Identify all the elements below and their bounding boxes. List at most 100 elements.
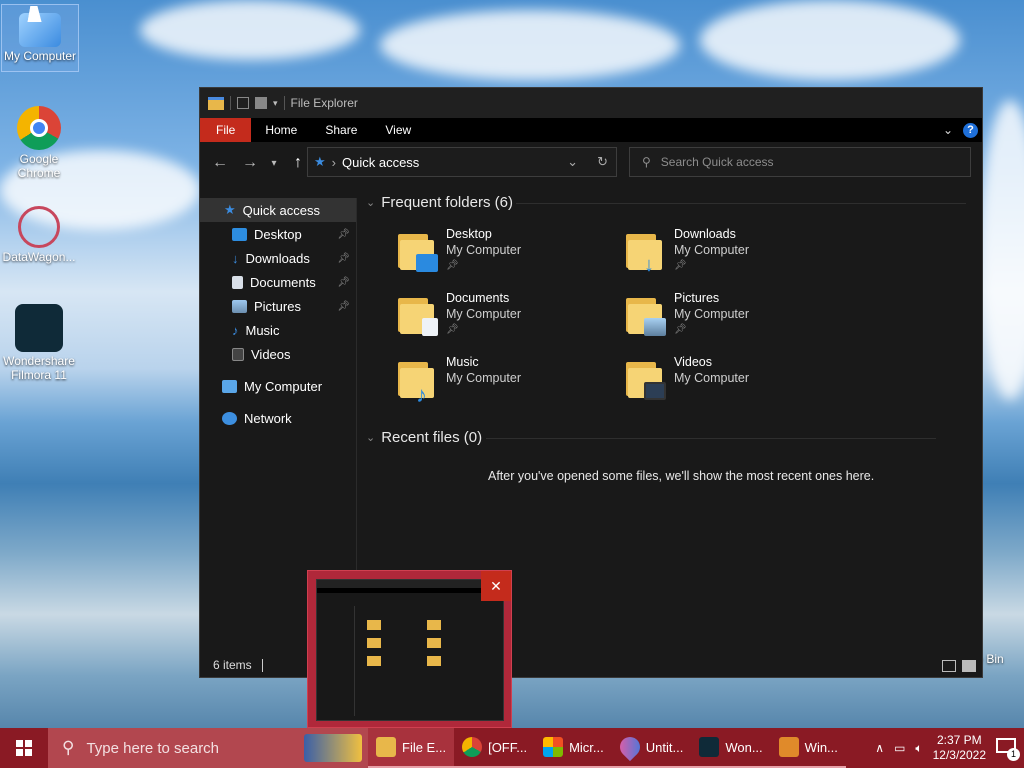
nav-item-videos[interactable]: Videos: [200, 342, 356, 366]
tab-share[interactable]: Share: [311, 118, 371, 142]
tab-file[interactable]: File: [200, 118, 252, 142]
refresh-icon[interactable]: ↻: [597, 154, 608, 170]
nav-item-label: Network: [244, 410, 292, 426]
large-icons-view-icon[interactable]: [962, 660, 976, 672]
pin-icon[interactable]: 📌︎: [337, 229, 350, 240]
taskbar-app-chrome[interactable]: [OFF...: [454, 728, 536, 768]
desktop-icon-chrome[interactable]: Google Chrome: [0, 106, 78, 180]
folder-name: Downloads: [674, 227, 736, 241]
pin-icon: 📌︎: [674, 324, 687, 335]
desktop-icon: [232, 227, 247, 241]
document-icon: [232, 275, 243, 289]
nav-item-quick-access[interactable]: ★ Quick access: [200, 198, 356, 222]
folder-icon: [208, 96, 224, 110]
recent-locations-chevron-icon[interactable]: ▾: [268, 158, 280, 169]
nav-item-label: Music: [245, 322, 280, 338]
frequent-folders-header[interactable]: ⌄ Frequent folders (6): [366, 194, 966, 211]
nav-item-documents[interactable]: Documents 📌︎: [200, 270, 356, 294]
forward-arrow-icon[interactable]: →: [238, 154, 262, 172]
desktop-icon-filmora[interactable]: Wondershare Filmora 11: [0, 304, 78, 382]
taskbar-app-label: File E...: [402, 739, 447, 755]
start-button[interactable]: [0, 728, 48, 768]
network-icon: [222, 411, 237, 425]
store-icon: [543, 737, 564, 757]
taskbar-app-paint[interactable]: Untit...: [611, 728, 692, 768]
nav-item-downloads[interactable]: ↓ Downloads 📌︎: [200, 246, 356, 270]
taskbar-app-file-explorer[interactable]: File E...: [368, 728, 455, 768]
expand-ribbon-chevron-icon[interactable]: ⌄: [943, 123, 953, 137]
address-bar[interactable]: ★ › Quick access ⌄ ↻: [307, 147, 617, 177]
folder-icon: [398, 294, 438, 336]
recent-files-empty-message: After you've opened some files, we'll sh…: [488, 469, 875, 483]
pin-icon[interactable]: 📌︎: [337, 301, 350, 312]
customize-quick-access-icon[interactable]: ▾: [273, 98, 278, 109]
pin-icon[interactable]: 📌︎: [337, 253, 350, 264]
nav-item-pictures[interactable]: Pictures 📌︎: [200, 294, 356, 318]
taskbar-search-box[interactable]: ⚲ Type here to search: [48, 728, 368, 768]
properties-icon[interactable]: [237, 97, 249, 109]
nav-item-desktop[interactable]: Desktop 📌︎: [200, 222, 356, 246]
search-highlight-icon[interactable]: [304, 734, 362, 762]
folder-downloads[interactable]: ↓ Downloads My Computer 📌︎: [626, 226, 846, 286]
folder-music[interactable]: ♪ Music My Computer: [398, 354, 618, 414]
music-note-icon: ♪: [232, 322, 239, 338]
search-box[interactable]: ⚲ Search Quick access: [629, 147, 971, 177]
ribbon: File Home Share View ⌄ ?: [200, 118, 982, 142]
folder-location: My Computer: [446, 243, 522, 257]
folder-location: My Computer: [446, 307, 522, 321]
notification-center-button[interactable]: 1: [996, 738, 1020, 761]
filmora-icon: [15, 304, 63, 352]
tab-home[interactable]: Home: [251, 118, 311, 142]
folder-name: Pictures: [674, 291, 720, 305]
chrome-icon: [17, 106, 61, 150]
mouse-cursor-icon: [27, 6, 45, 22]
computer-icon: [222, 379, 237, 393]
nav-item-network[interactable]: Network: [200, 406, 356, 430]
taskbar-app-microsoft-store[interactable]: Micr...: [535, 728, 612, 768]
details-view-icon[interactable]: [942, 660, 956, 672]
paint-drop-icon: [615, 732, 644, 762]
desktop-icon-label: DataWagon...: [2, 250, 76, 264]
taskbar-app-label: Won...: [725, 739, 763, 755]
search-icon: ⚲: [642, 155, 651, 169]
folder-pictures[interactable]: Pictures My Computer 📌︎: [626, 290, 846, 350]
nav-item-label: My Computer: [244, 378, 323, 394]
star-icon: ★: [224, 202, 236, 217]
chrome-icon: [462, 737, 483, 757]
taskbar-app-filmora[interactable]: Won...: [691, 728, 771, 768]
tab-view[interactable]: View: [371, 118, 425, 142]
volume-icon[interactable]: 🔈︎: [915, 741, 922, 756]
taskbar-app-label: [OFF...: [488, 739, 528, 755]
clock[interactable]: 2:37 PM 12/3/2022: [933, 733, 986, 763]
network-icon[interactable]: ▭: [894, 741, 905, 755]
nav-item-label: Pictures: [254, 298, 301, 314]
desktop-icon-label: Google Chrome: [17, 152, 61, 180]
folder-videos[interactable]: Videos My Computer: [626, 354, 846, 414]
folder-location: My Computer: [674, 243, 750, 257]
desktop-icon-datawagon[interactable]: DataWagon...: [0, 206, 78, 264]
desktop-icon-label: My Computer: [3, 49, 77, 63]
chevron-down-icon: ⌄: [366, 197, 376, 209]
folder-location: My Computer: [674, 307, 750, 321]
taskbar-app-label: Untit...: [645, 739, 684, 755]
help-icon[interactable]: ?: [963, 122, 978, 138]
recent-files-header[interactable]: ⌄ Recent files (0): [366, 429, 936, 446]
close-icon[interactable]: ✕: [481, 571, 511, 601]
window-title: File Explorer: [290, 96, 358, 110]
nav-item-my-computer[interactable]: My Computer: [200, 374, 356, 398]
address-dropdown-chevron-icon[interactable]: ⌄: [567, 154, 578, 170]
back-arrow-icon[interactable]: ←: [208, 154, 232, 172]
windows-logo-icon: [16, 740, 32, 756]
folder-desktop[interactable]: Desktop My Computer 📌︎: [398, 226, 618, 286]
taskbar-app-media-player[interactable]: Win...: [770, 728, 846, 768]
folder-documents[interactable]: Documents My Computer 📌︎: [398, 290, 618, 350]
star-icon: ★: [314, 154, 326, 169]
folder-icon: ↓: [626, 230, 664, 276]
new-folder-icon[interactable]: [255, 97, 267, 109]
taskbar-window-preview[interactable]: ✕: [307, 570, 512, 728]
pin-icon[interactable]: 📌︎: [337, 277, 350, 288]
nav-item-music[interactable]: ♪ Music: [200, 318, 356, 342]
show-hidden-icons-chevron-icon[interactable]: ∧: [875, 741, 884, 755]
folder-name: Videos: [674, 355, 712, 369]
pin-icon: 📌︎: [674, 260, 687, 271]
